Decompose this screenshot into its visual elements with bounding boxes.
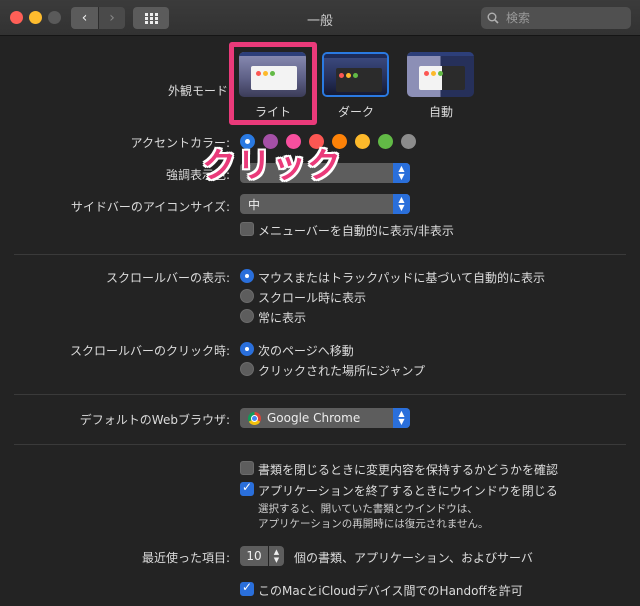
chevron-updown-icon: ▲ ▼: [393, 194, 410, 214]
annotation-highlight-box: [229, 42, 317, 125]
chevron-updown-icon: ▲ ▼: [393, 408, 410, 428]
toolbar: ‹ › 一般: [0, 0, 640, 36]
recent-items-stepper[interactable]: ▲ ▼: [269, 546, 284, 566]
scroll-click-jump-label: クリックされた場所にジャンプ: [258, 364, 426, 378]
chevron-updown-icon: ▲ ▼: [393, 163, 410, 183]
accent-color-swatch[interactable]: [401, 134, 416, 149]
recent-items-label: 最近使った項目:: [141, 551, 230, 565]
scroll-click-next-page-radio[interactable]: [240, 342, 254, 356]
appearance-auto-option[interactable]: [407, 52, 474, 97]
default-browser-label: デフォルトのWebブラウザ:: [79, 413, 230, 427]
sidebar-icon-size-popup[interactable]: 中 ▲ ▼: [240, 194, 410, 214]
close-windows-note-line1: 選択すると、開いていた書類とウインドウは、: [258, 503, 478, 515]
close-windows-note-line2: アプリケーションの再開時には復元されません。: [258, 518, 489, 530]
appearance-label: 外観モード: [167, 84, 228, 98]
default-browser-popup[interactable]: Google Chrome ▲ ▼: [240, 408, 410, 428]
scrollbars-always-label: 常に表示: [258, 311, 307, 325]
recent-items-suffix: 個の書類、アプリケーション、およびサーバ: [294, 551, 533, 565]
back-button[interactable]: ‹: [71, 7, 98, 29]
sidebar-icon-size-value: 中: [248, 197, 261, 212]
forward-button[interactable]: ›: [98, 7, 125, 29]
annotation-click-text: クリック: [202, 146, 342, 186]
accent-color-swatch[interactable]: [378, 134, 393, 149]
appearance-dark-label: ダーク: [337, 105, 374, 119]
search-input[interactable]: [504, 10, 624, 26]
divider: [14, 444, 626, 445]
minimize-button[interactable]: [29, 11, 42, 24]
show-all-button[interactable]: [133, 7, 169, 29]
show-scrollbars-label: スクロールバーの表示:: [105, 271, 230, 285]
ask-keep-changes-checkbox[interactable]: [240, 461, 254, 475]
accent-color-swatch[interactable]: [355, 134, 370, 149]
scroll-click-jump-radio[interactable]: [240, 362, 254, 376]
close-windows-checkbox[interactable]: [240, 480, 254, 496]
general-preferences-window: ‹ › 一般 外観モード ライト: [0, 0, 640, 606]
chevron-left-icon: ‹: [81, 10, 88, 26]
scrollbars-when-scrolling-radio[interactable]: [240, 289, 254, 303]
appearance-auto-label: 自動: [428, 105, 453, 119]
menubar-autohide-label: メニューバーを自動的に表示/非表示: [258, 224, 454, 238]
chevron-down-icon: ▼: [273, 556, 280, 564]
zoom-button[interactable]: [48, 11, 61, 24]
ask-keep-changes-label: 書類を閉じるときに変更内容を保持するかどうかを確認: [258, 463, 559, 477]
divider: [14, 394, 626, 395]
menubar-autohide-checkbox[interactable]: [240, 222, 254, 236]
scrollbar-click-label: スクロールバーのクリック時:: [69, 344, 230, 358]
scrollbars-auto-label: マウスまたはトラックパッドに基づいて自動的に表示: [258, 271, 546, 285]
close-windows-label: アプリケーションを終了するときにウインドウを閉じる: [258, 484, 558, 498]
scroll-click-next-page-label: 次のページへ移動: [258, 344, 354, 358]
scrollbars-when-scrolling-label: スクロール時に表示: [258, 291, 367, 305]
scrollbars-auto-radio[interactable]: [240, 269, 254, 283]
handoff-checkbox[interactable]: [240, 580, 254, 596]
chrome-icon: [248, 411, 261, 425]
divider: [14, 254, 626, 255]
handoff-label: このMacとiCloudデバイス間でのHandoffを許可: [258, 584, 523, 598]
recent-items-count-popup[interactable]: 10: [240, 546, 268, 566]
default-browser-value: Google Chrome: [267, 411, 361, 425]
appearance-dark-option[interactable]: [322, 52, 389, 97]
chevron-up-icon: ▲: [273, 548, 280, 556]
search-icon: [487, 12, 499, 24]
recent-items-count: 10: [246, 549, 262, 563]
scrollbars-always-radio[interactable]: [240, 309, 254, 323]
chevron-right-icon: ›: [109, 10, 115, 26]
window-title: 一般: [306, 14, 333, 29]
sidebar-icon-size-label: サイドバーのアイコンサイズ:: [70, 200, 230, 214]
search-field[interactable]: [481, 7, 631, 29]
close-button[interactable]: [10, 11, 23, 24]
